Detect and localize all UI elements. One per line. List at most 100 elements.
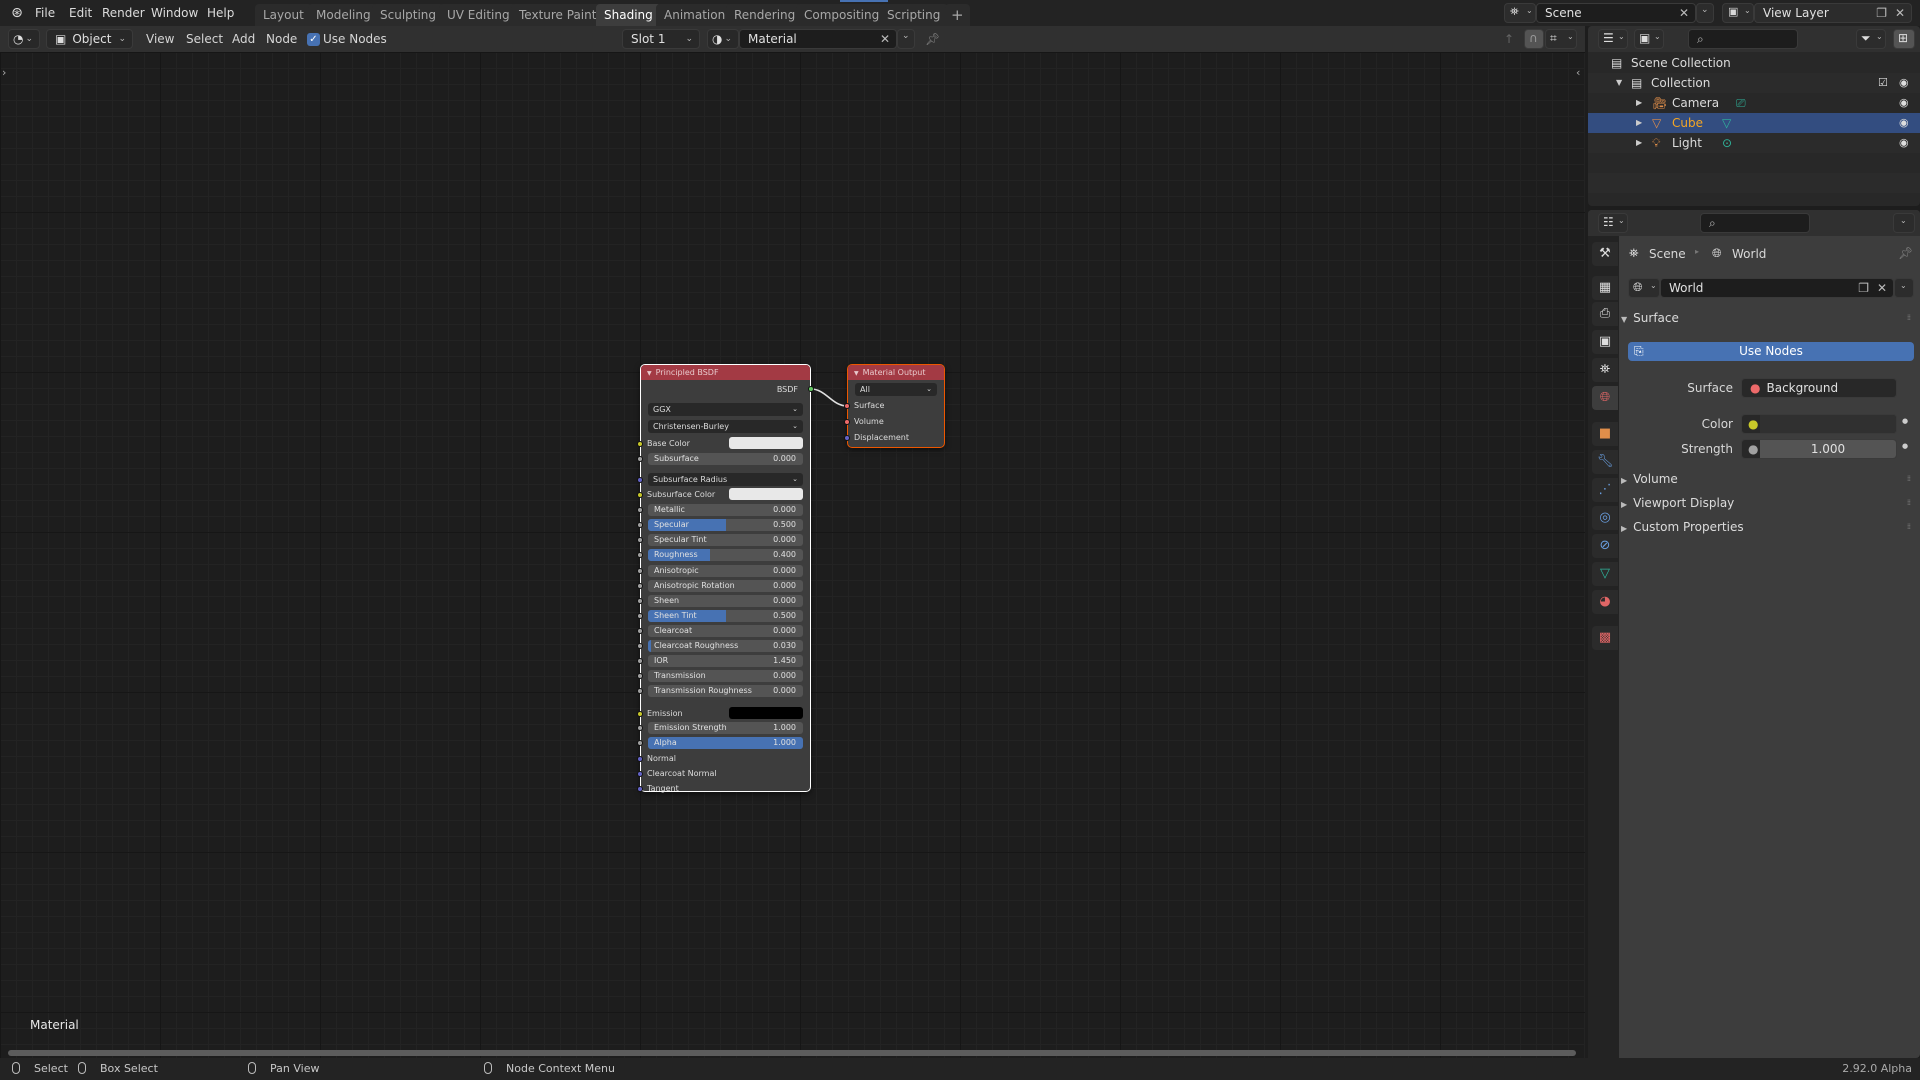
subsurface-socket[interactable] [637, 456, 643, 462]
menu-file[interactable]: File [35, 4, 55, 22]
duplicate-world-icon[interactable]: ❐ [1858, 279, 1869, 297]
world-name-field[interactable]: World ❐ ✕ [1660, 278, 1894, 298]
outliner-search-input[interactable]: ⌕ [1688, 29, 1798, 49]
sheen-tint-socket[interactable] [637, 613, 643, 619]
view-layer-field[interactable]: View Layer ❐ ✕ [1754, 3, 1912, 23]
specular-tint-slider[interactable]: Specular Tint 0.000 [648, 534, 803, 546]
anisotropic-rotation-socket[interactable] [637, 583, 643, 589]
expand-arrow-icon[interactable]: ▼ [1616, 73, 1622, 93]
parent-node-tree-icon[interactable]: ↑ [1504, 30, 1514, 48]
material-output-header[interactable]: ▼ Material Output [848, 365, 944, 380]
clearcoat-socket[interactable] [637, 628, 643, 634]
tab-particles[interactable]: ⋰ [1592, 478, 1618, 502]
pin-icon[interactable]: 📌︎ [1898, 246, 1913, 260]
tab-texture-paint[interactable]: Texture Paint [511, 4, 605, 26]
tab-view-layer[interactable]: ▣ [1592, 330, 1618, 354]
custom-properties-panel-header[interactable]: ▶ Custom Properties ⁞⁞ [1621, 516, 1912, 538]
object-mode-dropdown[interactable]: ▣ Object ⌄ [46, 29, 133, 49]
sheen-slider[interactable]: Sheen 0.000 [648, 595, 803, 607]
emission-strength-socket[interactable] [637, 725, 643, 731]
outliner-row-camera[interactable]: ▶ 🎥︎ Camera ⎚ ◉ [1588, 93, 1920, 113]
menu-select[interactable]: Select [186, 30, 223, 48]
tab-world[interactable]: 🌐︎ [1592, 386, 1618, 410]
strength-slider[interactable]: 1.000 [1760, 440, 1896, 458]
output-target-dropdown[interactable]: All ⌄ [855, 383, 937, 396]
editor-type-button[interactable]: ◔ ⌄ [8, 29, 40, 49]
anisotropic-rotation-slider[interactable]: Anisotropic Rotation 0.000 [648, 580, 803, 592]
tab-tool[interactable]: ⚒ [1592, 242, 1618, 266]
specular-slider[interactable]: Specular 0.500 [648, 519, 803, 531]
drag-grip-icon[interactable]: ⁞⁞ [1907, 492, 1911, 514]
surface-input-socket[interactable] [844, 403, 850, 409]
filter-button[interactable]: ⏷ ⌄ [1856, 29, 1886, 49]
ior-socket[interactable] [637, 658, 643, 664]
tab-scripting[interactable]: Scripting [879, 4, 949, 26]
snap-toggle[interactable]: ∩ [1524, 29, 1544, 49]
keyframe-dot-icon[interactable]: ● [1902, 442, 1908, 450]
menu-add[interactable]: Add [232, 30, 255, 48]
metallic-slider[interactable]: Metallic 0.000 [648, 504, 803, 516]
outliner-row-scene-collection[interactable]: ▤ Scene Collection [1588, 53, 1920, 73]
alpha-socket[interactable] [637, 740, 643, 746]
principled-bsdf-header[interactable]: ▼ Principled BSDF [641, 365, 810, 380]
surface-shader-field[interactable]: ● Background [1741, 378, 1897, 398]
transmission-roughness-slider[interactable]: Transmission Roughness 0.000 [648, 685, 803, 697]
tab-material[interactable]: ◕ [1592, 590, 1618, 614]
expand-arrow-icon[interactable]: ▶ [1636, 133, 1642, 153]
use-nodes-button[interactable]: ⎘ Use Nodes [1628, 342, 1914, 361]
strength-field[interactable]: ● 1.000 [1741, 439, 1897, 459]
clear-scene-icon[interactable]: ✕ [1679, 4, 1689, 22]
color-swatch[interactable] [1760, 415, 1896, 433]
expand-arrow-icon[interactable]: ▶ [1636, 113, 1642, 133]
anisotropic-slider[interactable]: Anisotropic 0.000 [648, 565, 803, 577]
scene-type-button[interactable]: ⛯ ⌄ [1504, 3, 1536, 23]
viewport-display-panel-header[interactable]: ▶ Viewport Display ⁞⁞ [1621, 492, 1912, 514]
tab-sculpting[interactable]: Sculpting [372, 4, 445, 26]
scene-browse-button[interactable]: ⌄ [1696, 3, 1714, 23]
tab-layout[interactable]: Layout [255, 4, 312, 26]
roughness-socket[interactable] [637, 552, 643, 558]
new-collection-button[interactable]: ⊞ [1893, 29, 1915, 49]
tab-uv-editing[interactable]: UV Editing [439, 4, 518, 26]
tab-animation[interactable]: Animation [656, 4, 734, 26]
view-layer-type-button[interactable]: ▣ ⌄ [1722, 3, 1754, 23]
outliner-row-cube[interactable]: ▶ ▽ Cube ▽ ◉ [1588, 113, 1920, 133]
snap-mode-dropdown[interactable]: ⌗ ⌄ [1545, 29, 1577, 49]
volume-panel-header[interactable]: ▶ Volume ⁞⁞ [1621, 468, 1912, 490]
outliner-editor-type-button[interactable]: ☰ ⌄ [1598, 29, 1628, 49]
collapse-arrow-icon[interactable]: ▼ [854, 370, 859, 377]
tab-modifiers[interactable]: 🔧︎ [1592, 450, 1618, 474]
drag-grip-icon[interactable]: ⁞⁞ [1907, 468, 1911, 490]
clearcoat-normal-socket[interactable] [637, 771, 643, 777]
tab-object[interactable]: ■ [1592, 422, 1618, 446]
unlink-world-icon[interactable]: ✕ [1877, 279, 1887, 297]
world-options-button[interactable]: ⌄ [1894, 278, 1914, 298]
menu-view[interactable]: View [146, 30, 174, 48]
bsdf-output-socket[interactable] [808, 386, 814, 392]
keyframe-dot-icon[interactable]: ● [1902, 417, 1908, 425]
menu-render[interactable]: Render [102, 4, 145, 22]
metallic-socket[interactable] [637, 507, 643, 513]
visibility-eye-icon[interactable]: ◉ [1899, 113, 1909, 133]
tab-scene[interactable]: ⛯ [1592, 358, 1618, 382]
tab-compositing[interactable]: Compositing [796, 4, 888, 26]
distribution-dropdown[interactable]: GGX ⌄ [648, 403, 803, 416]
color-field[interactable]: ● [1741, 414, 1897, 434]
normal-socket[interactable] [637, 756, 643, 762]
surface-panel-header[interactable]: ▼ Surface ⁞⁞ [1621, 307, 1912, 329]
base-color-swatch[interactable] [729, 437, 803, 449]
menu-window[interactable]: Window [151, 4, 198, 22]
specular-tint-socket[interactable] [637, 537, 643, 543]
base-color-socket[interactable] [637, 441, 643, 447]
volume-input-socket[interactable] [844, 419, 850, 425]
transmission-slider[interactable]: Transmission 0.000 [648, 670, 803, 682]
tab-texture[interactable]: ▩ [1592, 626, 1618, 650]
use-nodes-checkbox[interactable]: ✓ [307, 33, 320, 46]
roughness-slider[interactable]: Roughness 0.400 [648, 549, 803, 561]
visibility-eye-icon[interactable]: ◉ [1899, 73, 1909, 93]
emission-swatch[interactable] [729, 707, 803, 719]
material-output-node[interactable]: ▼ Material Output All ⌄ Surface Volume Dis… [844, 364, 945, 448]
transmission-roughness-socket[interactable] [637, 688, 643, 694]
drag-grip-icon[interactable]: ⁞⁞ [1907, 307, 1911, 329]
principled-bsdf-node[interactable]: ▼ Principled BSDF BSDF GGX ⌄ Christensen-B… [637, 364, 814, 793]
